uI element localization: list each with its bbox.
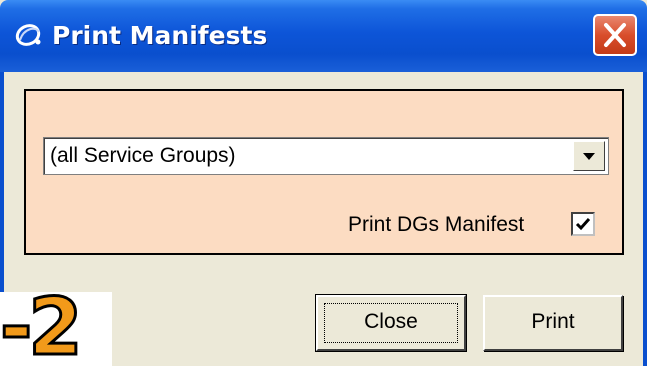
window-close-button[interactable] <box>593 14 637 56</box>
print-manifests-dialog: Print Manifests (all Service Groups) Pri… <box>0 0 647 373</box>
chevron-down-icon <box>583 153 595 160</box>
service-group-select[interactable]: (all Service Groups) <box>43 137 609 175</box>
service-group-selected-value: (all Service Groups) <box>50 144 236 167</box>
print-dgs-manifest-label: Print DGs Manifest <box>348 213 525 236</box>
close-icon <box>604 23 626 47</box>
options-panel: (all Service Groups) Print DGs Manifest <box>24 89 624 255</box>
print-dgs-manifest-checkbox[interactable] <box>571 212 595 236</box>
app-logo-icon <box>14 20 44 50</box>
print-button-label: Print <box>531 310 575 333</box>
print-button[interactable]: Print <box>483 295 623 351</box>
checkmark-icon <box>575 218 591 231</box>
window-title: Print Manifests <box>52 21 268 50</box>
close-button[interactable]: Close <box>315 294 467 352</box>
focus-ring <box>324 303 458 343</box>
dropdown-button[interactable] <box>573 141 605 171</box>
title-bar[interactable]: Print Manifests <box>0 0 647 72</box>
step-number-marker: -2 <box>0 283 84 373</box>
window-frame-right <box>643 72 647 366</box>
